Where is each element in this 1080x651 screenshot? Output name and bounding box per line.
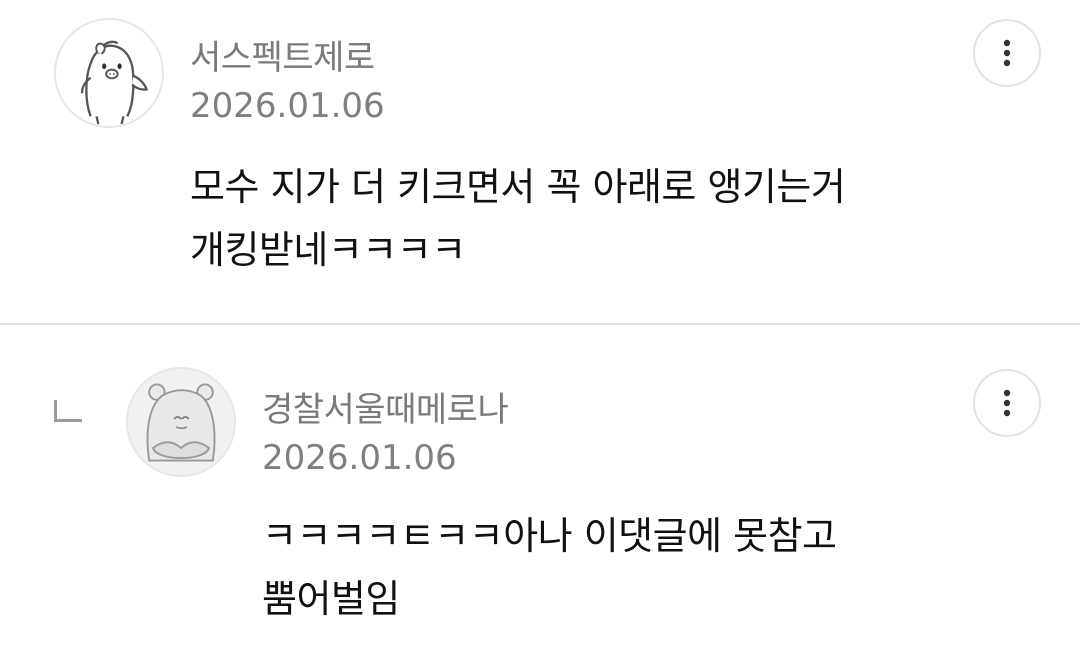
bear-character-icon [128,369,234,475]
comment-author[interactable]: 서스펙트제로 [190,30,375,79]
comment-author[interactable]: 경찰서울때메로나 [262,382,509,431]
reply-corner-icon [54,400,82,422]
avatar[interactable] [54,18,164,128]
more-vertical-icon [1003,389,1011,417]
comment-body: ㅋㅋㅋㅋㅌㅋㅋ아나 이댓글에 못참고 뿜어벌임 [262,505,837,631]
more-options-button[interactable] [973,19,1041,87]
comment-body: 모수 지가 더 키크면서 꼭 아래로 앵기는거 개킹받네ㅋㅋㅋㅋ [190,156,846,282]
penguin-character-icon [80,40,149,125]
comment-item: 서스펙트제로 2026.01.06 모수 지가 더 키크면서 꼭 아래로 앵기는… [0,0,1080,324]
more-options-button[interactable] [973,369,1041,437]
reply-comment-item: 경찰서울때메로나 2026.01.06 ㅋㅋㅋㅋㅌㅋㅋ아나 이댓글에 못참고 뿜… [0,325,1080,651]
comment-date: 2026.01.06 [262,438,457,478]
avatar[interactable] [126,367,236,477]
comment-date: 2026.01.06 [190,86,385,126]
comment-text-line: 개킹받네ㅋㅋㅋㅋ [190,228,466,272]
comment-text-line: 모수 지가 더 키크면서 꼭 아래로 앵기는거 [190,165,846,209]
comment-text-line: ㅋㅋㅋㅋㅌㅋㅋ아나 이댓글에 못참고 [262,514,837,558]
more-vertical-icon [1003,39,1011,67]
comment-text-line: 뿜어벌임 [262,577,400,621]
